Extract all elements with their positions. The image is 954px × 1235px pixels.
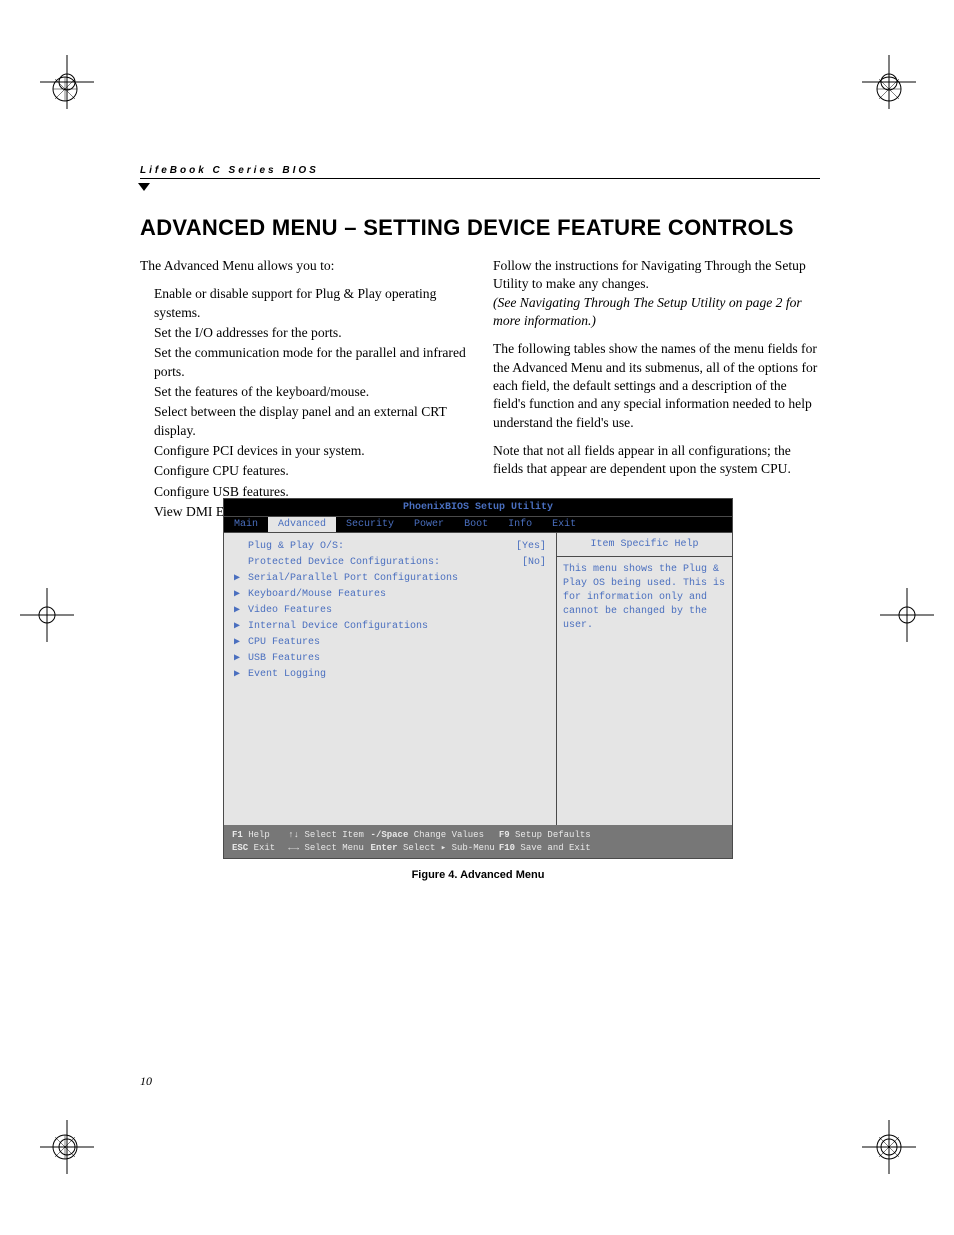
menu-item-label: Event Logging: [248, 667, 540, 683]
menu-item-value: [Yes]: [516, 539, 546, 555]
menu-item-label: Internal Device Configurations: [248, 619, 540, 635]
page-number: 10: [140, 1074, 152, 1089]
bios-tab-exit[interactable]: Exit: [542, 517, 586, 532]
triangle-down-icon: [138, 183, 150, 191]
list-item: Configure PCI devices in your system.: [154, 442, 467, 460]
paragraph: Follow the instructions for Navigating T…: [493, 257, 820, 330]
bios-menu-item[interactable]: ▶ Internal Device Configurations: [234, 619, 546, 635]
menu-item-label: Protected Device Configurations:: [248, 555, 516, 571]
key-hint: F9 Setup Defaults: [499, 829, 591, 842]
menu-item-value: [No]: [522, 555, 546, 571]
text: Follow the instructions for Navigating T…: [493, 258, 806, 291]
crop-mark-icon: [880, 588, 934, 642]
key-hint: F1 Help: [232, 829, 284, 842]
bios-tab-power[interactable]: Power: [404, 517, 454, 532]
bios-tab-boot[interactable]: Boot: [454, 517, 498, 532]
left-column: The Advanced Menu allows you to: Enable …: [140, 257, 467, 531]
key-hint: ↑↓ Select Item: [288, 829, 366, 842]
bios-help-body: This menu shows the Plug & Play OS being…: [557, 557, 732, 825]
running-head: LifeBook C Series BIOS: [140, 165, 820, 176]
paragraph: Note that not all fields appear in all c…: [493, 442, 820, 479]
bios-menu-item[interactable]: ▶ Keyboard/Mouse Features: [234, 587, 546, 603]
bios-key-legend: F1 Help ↑↓ Select Item -/Space Change Va…: [224, 825, 732, 858]
submenu-caret-icon: ▶: [234, 651, 242, 667]
bios-menu-item[interactable]: ▶ CPU Features: [234, 635, 546, 651]
submenu-caret-icon: ▶: [234, 603, 242, 619]
key-hint: -/Space Change Values: [371, 829, 495, 842]
menu-item-label: Video Features: [248, 603, 540, 619]
key-hint: Enter Select ▸ Sub-Menu: [371, 842, 495, 855]
list-item: Configure CPU features.: [154, 462, 467, 480]
bios-menu-item[interactable]: Plug & Play O/S: [Yes]: [234, 539, 546, 555]
feature-list: Enable or disable support for Plug & Pla…: [140, 285, 467, 521]
bios-menu-item[interactable]: Protected Device Configurations: [No]: [234, 555, 546, 571]
paragraph: The following tables show the names of t…: [493, 340, 820, 432]
key-hint: ESC Exit: [232, 842, 284, 855]
bios-help-title: Item Specific Help: [557, 533, 732, 557]
submenu-caret-icon: ▶: [234, 667, 242, 683]
bios-help-panel: Item Specific Help This menu shows the P…: [557, 533, 732, 825]
bios-tab-advanced[interactable]: Advanced: [268, 517, 336, 532]
menu-item-label: Serial/Parallel Port Configurations: [248, 571, 540, 587]
menu-item-label: Keyboard/Mouse Features: [248, 587, 540, 603]
crop-mark-icon: [20, 588, 74, 642]
lede-text: The Advanced Menu allows you to:: [140, 257, 467, 275]
ornament-icon: [876, 1134, 902, 1160]
list-item: Set the I/O addresses for the ports.: [154, 324, 467, 342]
key-hint: ←→ Select Menu: [288, 842, 366, 855]
list-item: Select between the display panel and an …: [154, 403, 467, 440]
bios-menu-item[interactable]: ▶ Serial/Parallel Port Configurations: [234, 571, 546, 587]
menu-item-label: Plug & Play O/S:: [248, 539, 510, 555]
rule-icon: [140, 178, 820, 179]
submenu-caret-icon: ▶: [234, 571, 242, 587]
bios-tab-security[interactable]: Security: [336, 517, 404, 532]
bios-window: PhoenixBIOS Setup Utility MainAdvancedSe…: [223, 498, 733, 859]
figure-caption: Figure 4. Advanced Menu: [223, 869, 733, 881]
submenu-caret-icon: ▶: [234, 587, 242, 603]
bios-tab-bar: MainAdvancedSecurityPowerBootInfoExit: [224, 517, 732, 533]
bios-tab-main[interactable]: Main: [224, 517, 268, 532]
ornament-icon: [52, 1134, 78, 1160]
submenu-caret-icon: ▶: [234, 635, 242, 651]
key-hint: F10 Save and Exit: [499, 842, 591, 855]
list-item: Enable or disable support for Plug & Pla…: [154, 285, 467, 322]
bios-titlebar: PhoenixBIOS Setup Utility: [224, 499, 732, 517]
right-column: Follow the instructions for Navigating T…: [493, 257, 820, 531]
bios-menu-item[interactable]: ▶ Event Logging: [234, 667, 546, 683]
ornament-icon: [52, 76, 78, 102]
cross-ref: (See Navigating Through The Setup Utilit…: [493, 295, 802, 328]
list-item: Set the communication mode for the paral…: [154, 344, 467, 381]
ornament-icon: [876, 76, 902, 102]
bios-tab-info[interactable]: Info: [498, 517, 542, 532]
bios-menu-panel: Plug & Play O/S: [Yes]Protected Device Co…: [224, 533, 557, 825]
bios-menu-item[interactable]: ▶ Video Features: [234, 603, 546, 619]
list-item: Set the features of the keyboard/mouse.: [154, 383, 467, 401]
page-title: ADVANCED MENU – SETTING DEVICE FEATURE C…: [140, 215, 820, 241]
bios-menu-item[interactable]: ▶ USB Features: [234, 651, 546, 667]
submenu-caret-icon: ▶: [234, 619, 242, 635]
menu-item-label: USB Features: [248, 651, 540, 667]
menu-item-label: CPU Features: [248, 635, 540, 651]
